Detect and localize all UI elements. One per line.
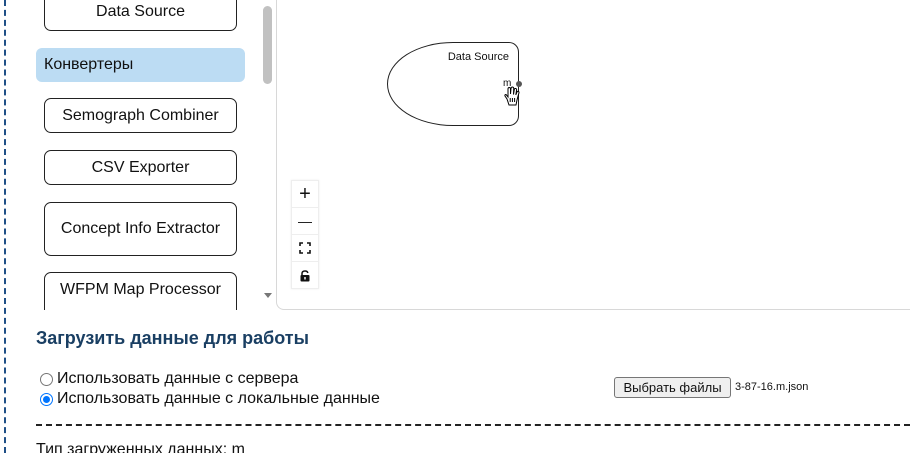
lock-icon — [300, 269, 310, 281]
scrollbar-thumb[interactable] — [263, 6, 272, 84]
section-divider — [36, 424, 910, 426]
fit-view-button[interactable] — [292, 235, 318, 262]
scroll-down-arrow-icon[interactable] — [264, 293, 272, 298]
palette-item-label: Semograph Combiner — [62, 106, 219, 124]
zoom-in-button[interactable]: + — [292, 181, 318, 208]
section-title-load-data: Загрузить данные для работы — [36, 328, 309, 348]
choose-files-button[interactable]: Выбрать файлы — [614, 377, 731, 398]
palette-item-concept-info-extractor[interactable]: Concept Info Extractor — [44, 202, 237, 256]
palette-category-converters[interactable]: Конвертеры — [36, 48, 245, 82]
minus-icon: — — [298, 213, 312, 229]
frame-border — [4, 0, 6, 453]
loaded-data-type: Тип загруженных данных: m — [36, 441, 245, 453]
lock-toggle-button[interactable] — [292, 262, 318, 289]
radio-use-server[interactable]: Использовать данные с сервера — [40, 370, 298, 388]
radio-label: Использовать данные с локальные данные — [57, 390, 380, 407]
node-palette: Data Source Конвертеры Semograph Combine… — [36, 0, 276, 310]
radio-button-checked[interactable] — [40, 392, 53, 406]
flow-node-data-source[interactable]: Data Source — [387, 42, 519, 126]
palette-item-csv-exporter[interactable]: CSV Exporter — [44, 150, 237, 185]
palette-scrollbar[interactable] — [262, 0, 274, 305]
radio-button[interactable] — [40, 372, 53, 386]
hand-cursor-icon — [504, 86, 520, 106]
radio-label: Использовать данные с сервера — [57, 370, 299, 387]
fit-view-icon — [299, 242, 311, 254]
flow-canvas[interactable] — [276, 0, 910, 310]
radio-use-local[interactable]: Использовать данные с локальные данные — [40, 390, 380, 408]
zoom-out-button[interactable]: — — [292, 208, 318, 235]
palette-item-label: Concept Info Extractor — [60, 220, 221, 237]
palette-item-wfpm-map-processor[interactable]: WFPM Map Processor — [44, 272, 237, 310]
canvas-controls: + — — [291, 180, 319, 289]
plus-icon: + — [299, 183, 311, 205]
app-page: Data Source Конвертеры Semograph Combine… — [0, 0, 910, 453]
palette-item-data-source[interactable]: Data Source — [44, 0, 237, 31]
palette-item-label: CSV Exporter — [91, 158, 190, 176]
palette-item-label: WFPM Map Processor — [60, 281, 221, 298]
flow-node-title: Data Source — [447, 51, 509, 63]
selected-file-name: 3-87-16.m.json — [735, 381, 809, 393]
palette-item-label: Data Source — [96, 2, 185, 20]
palette-item-semograph-combiner[interactable]: Semograph Combiner — [44, 98, 237, 133]
